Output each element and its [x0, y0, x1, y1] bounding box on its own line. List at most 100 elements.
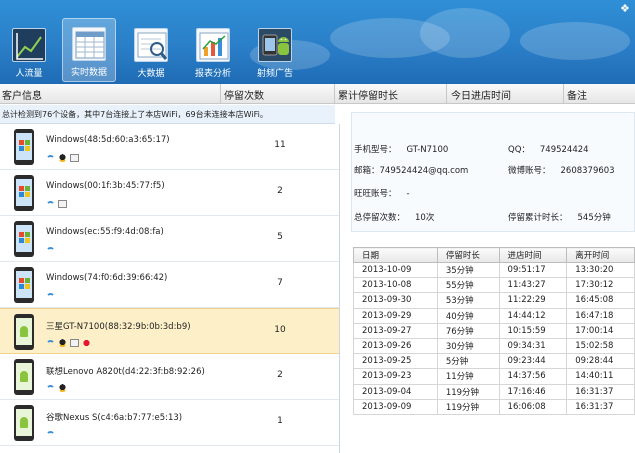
android-phone-icon [14, 405, 34, 441]
col-total-duration[interactable]: 累计停留时长 [338, 87, 398, 102]
qq-value: 749524424 [539, 145, 589, 155]
cell-date: 2013-09-27 [353, 322, 438, 339]
realtime-grid-icon [72, 27, 106, 61]
table-row[interactable]: 2013-10-08 55分钟 11:43:27 17:30:12 [353, 277, 635, 294]
bigdata-magnifier-icon [134, 28, 168, 62]
device-row[interactable]: Windows(ec:55:f9:4d:08:fa) 5 [0, 216, 339, 262]
qq-label: QQ： [508, 145, 530, 155]
device-name: Windows(ec:55:f9:4d:08:fa) [46, 227, 164, 237]
traffic-chart-icon [12, 28, 46, 62]
device-row[interactable]: Windows(74:f0:6d:39:66:42) 7 [0, 262, 339, 308]
report-analysis-icon [196, 28, 230, 62]
cell-entry: 17:16:46 [498, 383, 568, 400]
visit-count: 5 [277, 232, 283, 242]
window-menu-icon[interactable]: ❖ [620, 2, 630, 15]
device-name: Windows(74:f0:6d:39:66:42) [46, 273, 168, 283]
total-time-label: 停留累计时长： [508, 213, 568, 223]
cell-exit: 13:30:20 [566, 261, 635, 279]
table-row[interactable]: 2013-09-29 40分钟 14:44:12 16:47:18 [353, 307, 635, 324]
tool-traffic[interactable]: 人流量 [2, 20, 56, 82]
device-row[interactable]: Windows(48:5d:60:a3:65:17) 11 [0, 124, 339, 170]
cell-entry: 09:51:17 [498, 261, 568, 279]
cell-entry: 16:06:08 [498, 398, 568, 415]
windows-phone-icon [14, 267, 34, 303]
wifi-icon [46, 247, 55, 253]
cell-exit: 17:00:14 [566, 322, 635, 339]
total-time-value: 545分钟 [577, 213, 611, 223]
table-row[interactable]: 2013-09-23 11分钟 14:37:56 14:40:11 [353, 368, 635, 385]
windows-phone-icon [14, 129, 34, 165]
cell-entry: 11:22:29 [498, 292, 568, 309]
table-header-row: 日期 停留时长 进店时间 离开时间 [353, 247, 635, 263]
col-today-entry[interactable]: 今日进店时间 [451, 87, 511, 102]
visit-count: 2 [277, 186, 283, 196]
tool-report[interactable]: 报表分析 [186, 20, 240, 82]
cell-duration: 55分钟 [436, 277, 500, 294]
email-value: 749524424@qq.com [379, 166, 469, 176]
visit-count: 11 [274, 140, 286, 150]
cloud-decoration [520, 22, 630, 60]
rf-ad-android-icon [258, 28, 292, 62]
mail-icon [58, 200, 67, 208]
table-row[interactable]: 2013-09-09 119分钟 16:06:08 16:31:37 [353, 398, 635, 415]
cell-exit: 16:45:08 [566, 292, 635, 309]
tool-bigdata[interactable]: 大数据 [124, 20, 178, 82]
table-row[interactable]: 2013-09-30 53分钟 11:22:29 16:45:08 [353, 292, 635, 309]
tool-bigdata-label: 大数据 [137, 69, 165, 79]
windows-phone-icon [14, 175, 34, 211]
table-row[interactable]: 2013-09-26 30分钟 09:34:31 15:02:58 [353, 337, 635, 355]
weibo-label: 微博账号： [508, 166, 551, 176]
cell-date: 2013-09-04 [353, 383, 438, 400]
android-phone-icon [14, 314, 34, 350]
device-row[interactable]: Windows(00:1f:3b:45:77:f5) 2 [0, 170, 339, 216]
col-customer-info[interactable]: 客户信息 [2, 87, 42, 102]
th-duration[interactable]: 停留时长 [436, 247, 500, 263]
device-name: Windows(00:1f:3b:45:77:f5) [46, 181, 165, 191]
cell-date: 2013-09-29 [353, 307, 438, 324]
phone-model-value: GT-N7100 [406, 145, 449, 155]
qq-icon [58, 154, 67, 162]
device-row-selected[interactable]: 三星GT-N7100(88:32:9b:0b:3d:b9) 10 [0, 308, 339, 354]
cell-date: 2013-10-08 [353, 277, 438, 294]
wifi-icon [46, 201, 55, 207]
device-name: 三星GT-N7100(88:32:9b:0b:3d:b9) [46, 322, 191, 332]
wifi-icon [46, 155, 55, 161]
table-row[interactable]: 2013-10-09 35分钟 09:51:17 13:30:20 [353, 261, 635, 279]
visit-count: 7 [277, 278, 283, 288]
device-row[interactable]: 谷歌Nexus S(c4:6a:b7:77:e5:13) 1 [0, 400, 339, 446]
list-column-header: 客户信息 停留次数 累计停留时长 今日进店时间 备注 [0, 84, 635, 104]
th-entry-time[interactable]: 进店时间 [498, 247, 568, 263]
device-detail-panel: 手机型号： GT-N7100 QQ： 749524424 邮箱：749524424@… [341, 104, 635, 453]
device-row[interactable]: 联想Lenovo A820t(d4:22:3f:b8:92:26) 2 [0, 354, 339, 400]
mail-icon [70, 154, 79, 162]
tool-rf-ad[interactable]: 射频广告 [248, 20, 302, 82]
col-notes[interactable]: 备注 [567, 87, 587, 102]
cell-exit: 16:31:37 [566, 398, 635, 415]
col-visit-count[interactable]: 停留次数 [224, 87, 264, 102]
cell-duration: 53分钟 [436, 292, 500, 309]
cell-entry: 09:34:31 [498, 337, 568, 355]
table-row[interactable]: 2013-09-25 5分钟 09:23:44 09:28:44 [353, 353, 635, 370]
customer-profile-box: 手机型号： GT-N7100 QQ： 749524424 邮箱：749524424@… [351, 112, 635, 232]
android-phone-icon [14, 359, 34, 395]
visit-count: 1 [277, 416, 283, 426]
wifi-icon [46, 340, 55, 346]
cell-exit: 15:02:58 [566, 337, 635, 355]
tool-realtime[interactable]: 实时数据 [62, 18, 116, 82]
cell-entry: 09:23:44 [498, 353, 568, 370]
weibo-icon [82, 339, 91, 347]
total-visits-value: 10次 [415, 213, 435, 223]
mail-icon [70, 339, 79, 347]
th-date[interactable]: 日期 [353, 247, 438, 263]
table-row[interactable]: 2013-09-04 119分钟 17:16:46 16:31:37 [353, 383, 635, 400]
cell-duration: 76分钟 [436, 322, 500, 339]
th-exit-time[interactable]: 离开时间 [566, 247, 635, 263]
table-row[interactable]: 2013-09-27 76分钟 10:15:59 17:00:14 [353, 322, 635, 339]
cell-exit: 14:40:11 [566, 368, 635, 385]
qq-icon [58, 339, 67, 347]
visit-records-table: 日期 停留时长 进店时间 离开时间 2013-10-09 35分钟 09:51:17… [353, 247, 635, 415]
device-name: 谷歌Nexus S(c4:6a:b7:77:e5:13) [46, 413, 183, 423]
tool-realtime-label: 实时数据 [70, 68, 107, 78]
cell-exit: 09:28:44 [566, 353, 635, 370]
phone-model-label: 手机型号： [354, 145, 397, 155]
